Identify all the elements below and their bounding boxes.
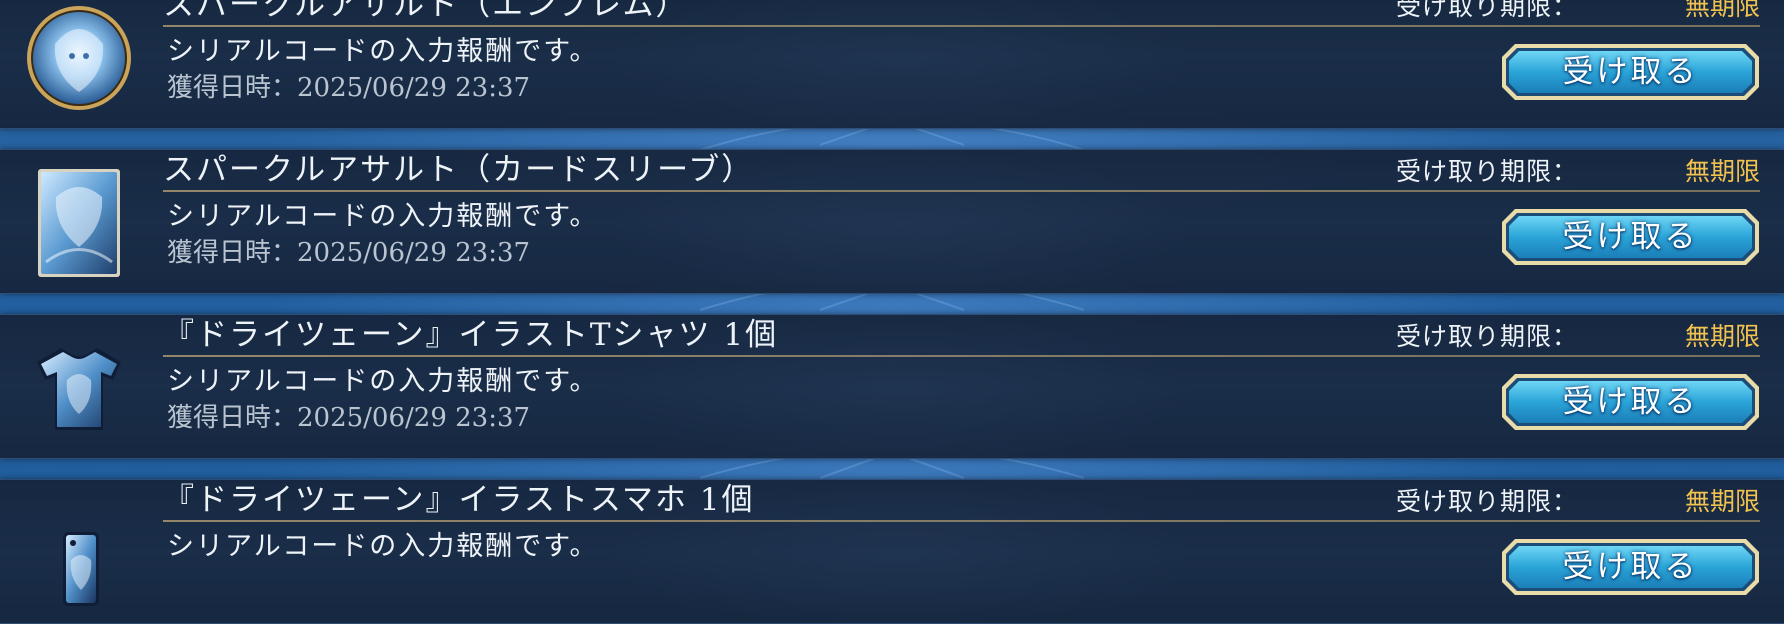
emblem-icon <box>24 3 134 113</box>
receive-button[interactable]: 受け取る <box>1501 373 1760 431</box>
divider <box>163 520 1760 522</box>
divider <box>163 25 1760 27</box>
list-item: スパークルアサルト（エンブレム） 受け取り期限： 無期限 シリアルコードの入力報… <box>0 0 1784 129</box>
deadline-label: 受け取り期限： <box>1396 157 1579 186</box>
item-title: スパークルアサルト（カードスリーブ） <box>163 152 755 188</box>
smartphone-icon <box>24 498 134 608</box>
item-title: スパークルアサルト（エンブレム） <box>163 0 689 23</box>
deadline-value: 無期限 <box>1684 487 1760 516</box>
reward-list: スパークルアサルト（エンブレム） 受け取り期限： 無期限 シリアルコードの入力報… <box>0 0 1784 624</box>
receive-button-label: 受け取る <box>1562 219 1699 255</box>
obtained-date: 獲得日時：2025/06/29 23:37 <box>167 238 531 268</box>
item-description: シリアルコードの入力報酬です。 <box>167 366 599 397</box>
list-item: 『ドライツェーン』イラストTシャツ 1個 受け取り期限： 無期限 シリアルコード… <box>0 314 1784 459</box>
receive-button[interactable]: 受け取る <box>1501 43 1760 101</box>
item-description: シリアルコードの入力報酬です。 <box>167 36 599 67</box>
deadline-value: 無期限 <box>1684 157 1760 186</box>
deadline-label: 受け取り期限： <box>1396 487 1579 516</box>
receive-button-label: 受け取る <box>1562 549 1699 585</box>
deadline-label: 受け取り期限： <box>1396 322 1579 351</box>
list-item: スパークルアサルト（カードスリーブ） 受け取り期限： 無期限 シリアルコードの入… <box>0 149 1784 294</box>
tshirt-icon <box>24 333 134 443</box>
receive-button-label: 受け取る <box>1562 54 1699 90</box>
receive-button-label: 受け取る <box>1562 384 1699 420</box>
list-item: 『ドライツェーン』イラストスマホ 1個 受け取り期限： 無期限 シリアルコードの… <box>0 479 1784 624</box>
receive-button[interactable]: 受け取る <box>1501 538 1760 596</box>
deadline-value: 無期限 <box>1684 322 1760 351</box>
card-sleeve-icon <box>24 168 134 278</box>
item-title: 『ドライツェーン』イラストTシャツ 1個 <box>163 317 779 353</box>
deadline-value: 無期限 <box>1684 0 1760 21</box>
item-description: シリアルコードの入力報酬です。 <box>167 531 599 562</box>
item-description: シリアルコードの入力報酬です。 <box>167 201 599 232</box>
obtained-date: 獲得日時：2025/06/29 23:37 <box>167 403 531 433</box>
receive-button[interactable]: 受け取る <box>1501 208 1760 266</box>
divider <box>163 355 1760 357</box>
deadline-label: 受け取り期限： <box>1396 0 1579 21</box>
divider <box>163 190 1760 192</box>
obtained-date: 獲得日時：2025/06/29 23:37 <box>167 73 531 103</box>
item-title: 『ドライツェーン』イラストスマホ 1個 <box>163 482 755 518</box>
